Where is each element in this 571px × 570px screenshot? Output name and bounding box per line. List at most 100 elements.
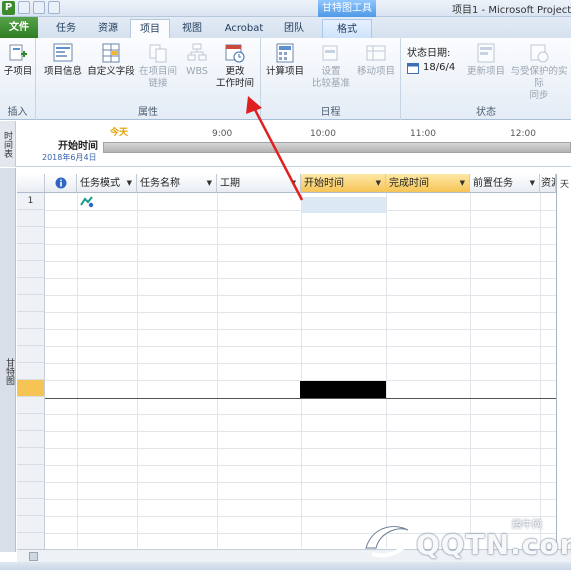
task-name-header-label: 任务名称 (140, 178, 180, 189)
row-header[interactable] (17, 465, 45, 482)
grid-line (386, 193, 387, 548)
tab-resource[interactable]: 资源 (90, 19, 126, 38)
ribbon: 子项目 插入 项目信息 自定义字段 在项目间 链接 WBS 更改 工作时间 属性 (0, 38, 571, 120)
indicators-column-header[interactable] (45, 174, 77, 193)
project-info-button[interactable]: 项目信息 (42, 42, 84, 78)
gantt-chart-pane[interactable]: 天 (556, 174, 571, 552)
sync-protected-actuals-button[interactable]: 与受保护的实际 同步 (507, 42, 571, 102)
subproject-button[interactable]: 子项目 (2, 42, 34, 78)
timeline-bar[interactable] (103, 142, 571, 153)
calculate-project-label: 计算项目 (265, 66, 304, 77)
timeline-tick: 11:00 (410, 129, 436, 139)
ribbon-group-status-label: 状态 (476, 107, 496, 118)
set-baseline-label-1: 设置 (321, 66, 341, 77)
selected-row-border (45, 398, 556, 399)
grid-line (77, 193, 78, 548)
change-working-time-label-1: 更改 (225, 66, 245, 77)
grid-line (540, 193, 541, 548)
duration-column-header[interactable]: 工期 ▼ (217, 174, 301, 193)
gantt-view-side-label: 甘特图 (4, 358, 14, 385)
project-info-label: 项目信息 (43, 66, 82, 77)
row-header[interactable] (17, 516, 45, 533)
finish-column-header[interactable]: 完成时间 ▼ (386, 174, 470, 193)
row-header[interactable] (17, 363, 45, 380)
scroll-left-icon[interactable] (29, 552, 38, 561)
links-between-projects-label-2: 链接 (148, 78, 168, 89)
dropdown-arrow-icon[interactable]: ▼ (207, 174, 212, 192)
update-project-button[interactable]: 更新项目 (465, 42, 507, 78)
row-header[interactable]: 1 (17, 193, 45, 210)
baseline-icon (322, 45, 338, 61)
row-header[interactable] (17, 346, 45, 363)
start-column-header[interactable]: 开始时间 ▼ (301, 174, 386, 193)
dropdown-arrow-icon[interactable]: ▼ (460, 174, 465, 192)
gantt-view-side-bar[interactable]: 甘特图 (0, 168, 16, 552)
row-header[interactable] (17, 295, 45, 312)
update-project-label: 更新项目 (466, 66, 505, 77)
row-header[interactable] (17, 261, 45, 278)
task-name-column-header[interactable]: 任务名称 ▼ (137, 174, 217, 193)
row-header[interactable] (17, 414, 45, 431)
calculate-project-button[interactable]: 计算项目 (263, 42, 307, 78)
dropdown-arrow-icon[interactable]: ▼ (376, 174, 381, 192)
row-header[interactable] (17, 278, 45, 295)
custom-fields-button[interactable]: 自定义字段 (86, 42, 136, 78)
predecessors-column-header[interactable]: 前置任务 ▼ (470, 174, 540, 193)
row-header[interactable] (17, 227, 45, 244)
row-header[interactable] (17, 431, 45, 448)
row-header[interactable] (17, 210, 45, 227)
move-project-button[interactable]: 移动项目 (353, 42, 399, 78)
change-working-time-button[interactable]: 更改 工作时间 (212, 42, 258, 90)
wbs-button[interactable]: WBS (182, 42, 212, 78)
select-all-corner[interactable] (17, 174, 45, 193)
grid-line (137, 193, 138, 548)
timeline-tick: 10:00 (310, 129, 336, 139)
row-header[interactable] (17, 312, 45, 329)
tab-acrobat[interactable]: Acrobat (218, 19, 270, 38)
window-title: 项目1 - Microsoft Project (452, 5, 571, 16)
set-baseline-label-2: 比较基准 (311, 78, 350, 89)
tab-task[interactable]: 任务 (48, 19, 84, 38)
status-date-value: 18/6/4 (423, 62, 456, 73)
gantt-timescale-label: 天 (560, 180, 570, 190)
save-icon[interactable] (18, 1, 30, 14)
tab-view[interactable]: 视图 (174, 19, 210, 38)
tab-format[interactable]: 格式 (322, 19, 372, 38)
timeline-side-label[interactable]: 时间表 (0, 121, 16, 167)
tab-file[interactable]: 文件 (0, 17, 38, 38)
row-header[interactable] (17, 244, 45, 261)
info-icon (55, 177, 66, 189)
row-header[interactable] (17, 448, 45, 465)
ribbon-group-schedule: 计算项目 设置 比较基准 移动项目 日程 (261, 38, 401, 120)
tab-team[interactable]: 团队 (276, 19, 312, 38)
auto-schedule-task-icon[interactable] (80, 196, 94, 208)
project-app-icon[interactable]: P (2, 1, 15, 15)
row-header[interactable] (17, 397, 45, 414)
dropdown-arrow-icon[interactable]: ▼ (291, 174, 296, 192)
custom-fields-label: 自定义字段 (87, 66, 135, 77)
grid-line (470, 193, 471, 548)
row-header[interactable] (17, 499, 45, 516)
row-header-selected[interactable] (17, 380, 45, 397)
links-between-projects-button[interactable]: 在项目间 链接 (136, 42, 180, 90)
status-date-selector[interactable]: 18/6/4 (407, 60, 465, 76)
dropdown-arrow-icon[interactable]: ▼ (127, 174, 132, 192)
ribbon-group-schedule-label: 日程 (320, 107, 341, 118)
redo-icon[interactable] (48, 1, 60, 14)
resources-column-header[interactable]: 资源 (540, 174, 556, 193)
tab-project[interactable]: 项目 (130, 19, 170, 38)
dropdown-arrow-icon[interactable]: ▼ (530, 174, 535, 192)
start-cell-row1[interactable] (301, 197, 386, 213)
sync-protected-label-1: 与受保护的实际 (510, 66, 568, 89)
undo-icon[interactable] (33, 1, 45, 14)
task-mode-column-header[interactable]: 任务模式 ▼ (77, 174, 137, 193)
watermark-logo-icon (365, 526, 412, 558)
set-baseline-button[interactable]: 设置 比较基准 (311, 42, 351, 90)
row-header[interactable] (17, 329, 45, 346)
selected-start-cell[interactable] (300, 381, 386, 398)
row-header[interactable] (17, 482, 45, 499)
row-header[interactable] (17, 533, 45, 550)
timeline-tick: 9:00 (212, 129, 233, 139)
ribbon-group-insert: 子项目 插入 (0, 38, 36, 120)
finish-header-label: 完成时间 (389, 178, 429, 189)
